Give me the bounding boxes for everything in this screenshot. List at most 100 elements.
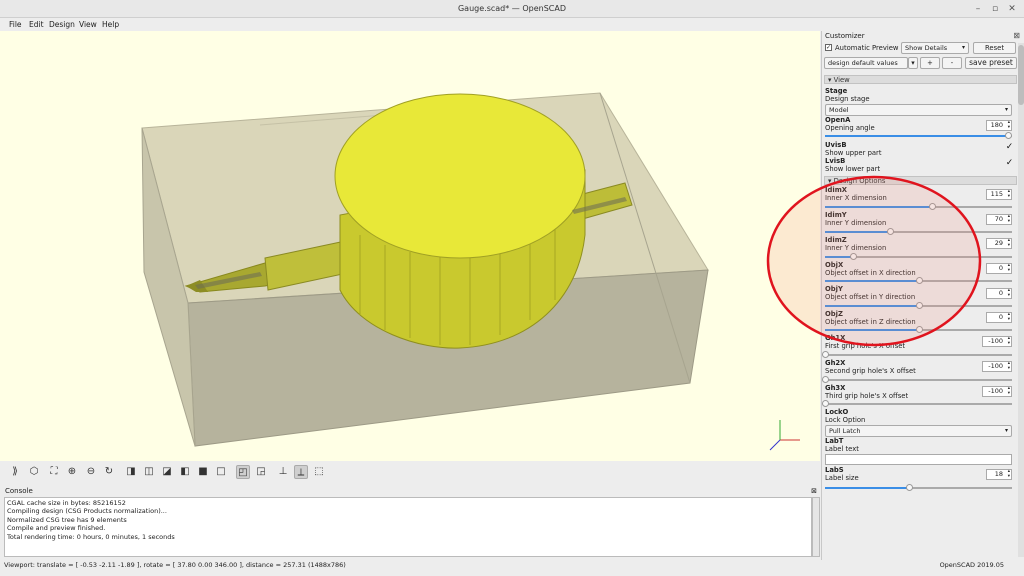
status-bar: Viewport: translate = [ -0.53 -2.11 -1.8… xyxy=(0,560,1024,571)
slider-handle[interactable] xyxy=(822,400,829,407)
close-icon[interactable]: ✕ xyxy=(1006,3,1018,15)
param-desc: Second grip hole's X offset xyxy=(825,367,916,375)
minimize-icon[interactable]: – xyxy=(972,3,984,15)
lvisb-checkbox[interactable]: ✓ xyxy=(1005,159,1014,168)
perspective-icon[interactable]: ◰ xyxy=(236,465,250,479)
add-preset-button[interactable]: + xyxy=(920,57,940,69)
lock-option-value: Pull Latch xyxy=(829,427,861,435)
remove-preset-button[interactable]: - xyxy=(942,57,962,69)
show-details-value: Show Details xyxy=(905,44,948,52)
console-line: Normalized CSG tree has 9 elements xyxy=(7,515,127,524)
slider-fill xyxy=(825,135,1009,137)
param-name: LvisB xyxy=(825,157,846,165)
maximize-icon[interactable]: ▫ xyxy=(989,3,1001,15)
chevron-down-icon: ▾ xyxy=(1004,427,1008,434)
objy-spinbox[interactable]: 0 ▴ ▾ xyxy=(986,288,1012,299)
objx-spinbox[interactable]: 0 ▴ ▾ xyxy=(986,263,1012,274)
param-desc: Opening angle xyxy=(825,124,875,132)
customizer-scrollbar-thumb[interactable] xyxy=(1018,45,1024,105)
stage-select[interactable]: Model ▾ xyxy=(825,104,1012,116)
show-axes-icon[interactable]: ⊥ xyxy=(276,465,290,479)
gh1x-spinbox[interactable]: -100 ▴ ▾ xyxy=(982,336,1012,347)
spin-arrows-icon: ▴ ▾ xyxy=(1007,263,1010,273)
spin-arrows-icon: ▴ ▾ xyxy=(1007,189,1010,199)
auto-preview-label: Automatic Preview xyxy=(835,44,899,52)
view-bottom-icon[interactable]: ◪ xyxy=(160,465,174,479)
idimy-spinbox[interactable]: 70 ▴ ▾ xyxy=(986,214,1012,225)
render-icon[interactable]: ⬡ xyxy=(27,465,41,479)
view-top-icon[interactable]: ◫ xyxy=(142,465,156,479)
gh2x-slider[interactable] xyxy=(822,376,1012,383)
preview-icon[interactable]: ⟫ xyxy=(8,465,22,479)
param-name: LockO xyxy=(825,408,849,416)
group-view-header[interactable]: ▾ View xyxy=(824,75,1017,84)
console-title: Console xyxy=(5,487,33,495)
reset-button[interactable]: Reset xyxy=(973,42,1016,54)
labs-slider[interactable] xyxy=(825,484,1012,491)
gh1x-slider[interactable] xyxy=(822,351,1012,358)
view-back-icon[interactable]: □ xyxy=(214,465,228,479)
preset-select[interactable]: design default values xyxy=(824,57,908,69)
objz-value: 0 xyxy=(998,313,1003,321)
opena-slider[interactable] xyxy=(825,132,1013,139)
slider-handle[interactable] xyxy=(906,484,914,491)
param-name: LabT xyxy=(825,437,844,445)
view-all-icon[interactable]: ⛶ xyxy=(47,465,61,479)
zoom-out-icon[interactable]: ⊖ xyxy=(84,465,98,479)
title-bar: Gauge.scad* — OpenSCAD – ▫ ✕ xyxy=(0,0,1024,18)
console-output[interactable]: CGAL cache size in bytes: 85216152 Compi… xyxy=(4,497,812,557)
menu-edit[interactable]: Edit xyxy=(29,20,44,29)
slider-handle[interactable] xyxy=(822,376,829,383)
gh3x-slider[interactable] xyxy=(822,400,1012,407)
annotation-overlay xyxy=(766,175,982,347)
orthogonal-icon[interactable]: ◲ xyxy=(254,465,268,479)
reset-view-icon[interactable]: ↻ xyxy=(102,465,116,479)
show-edges-icon[interactable]: ⬚ xyxy=(312,465,326,479)
idimz-spinbox[interactable]: 29 ▴ ▾ xyxy=(986,238,1012,249)
view-front-icon[interactable]: ■ xyxy=(196,465,210,479)
menu-design[interactable]: Design xyxy=(49,20,75,29)
slider-handle[interactable] xyxy=(822,351,829,358)
show-details-select[interactable]: Show Details ▾ xyxy=(901,42,969,54)
chevron-down-icon: ▾ xyxy=(1004,106,1008,113)
customizer-close-icon[interactable]: ⊠ xyxy=(1013,31,1020,40)
lock-option-select[interactable]: Pull Latch ▾ xyxy=(825,425,1012,437)
3d-viewport[interactable] xyxy=(0,31,820,461)
slider-handle[interactable] xyxy=(1005,132,1013,139)
label-text-input[interactable] xyxy=(825,454,1012,465)
view-right-icon[interactable]: ◨ xyxy=(124,465,138,479)
gh2x-value: -100 xyxy=(988,362,1003,370)
objz-spinbox[interactable]: 0 ▴ ▾ xyxy=(986,312,1012,323)
menu-help[interactable]: Help xyxy=(102,20,119,29)
uvisb-checkbox[interactable]: ✓ xyxy=(1005,143,1014,152)
menu-file[interactable]: File xyxy=(9,20,22,29)
view-left-icon[interactable]: ◧ xyxy=(178,465,192,479)
console-close-icon[interactable]: ⊠ xyxy=(811,486,817,497)
version-label: OpenSCAD 2019.05 xyxy=(939,561,1004,569)
param-desc: Design stage xyxy=(825,95,870,103)
param-name: LabS xyxy=(825,466,844,474)
preset-dropdown-button[interactable]: ▾ xyxy=(908,57,918,69)
idimz-value: 29 xyxy=(994,239,1003,247)
console-header: Console ⊠ xyxy=(0,486,820,497)
zoom-in-icon[interactable]: ⊕ xyxy=(65,465,79,479)
model-render xyxy=(141,92,800,451)
menu-view[interactable]: View xyxy=(79,20,97,29)
param-desc: Label text xyxy=(825,445,859,453)
console-scrollbar[interactable] xyxy=(812,497,820,557)
labs-value: 18 xyxy=(994,470,1003,478)
gh2x-spinbox[interactable]: -100 ▴ ▾ xyxy=(982,361,1012,372)
group-view-label: View xyxy=(833,76,850,84)
gh3x-spinbox[interactable]: -100 ▴ ▾ xyxy=(982,386,1012,397)
spin-arrows-icon: ▴ ▾ xyxy=(1007,469,1010,479)
labs-spinbox[interactable]: 18 ▴ ▾ xyxy=(986,469,1012,480)
auto-preview-checkbox[interactable]: ✓ xyxy=(825,44,832,51)
customizer-scrollbar[interactable] xyxy=(1018,43,1024,557)
opena-spinbox[interactable]: 180 ▴ ▾ xyxy=(986,120,1012,131)
idimx-spinbox[interactable]: 115 ▴ ▾ xyxy=(986,189,1012,200)
openscad-window: Gauge.scad* — OpenSCAD – ▫ ✕ File Edit D… xyxy=(0,0,1024,576)
idimy-value: 70 xyxy=(994,215,1003,223)
objx-value: 0 xyxy=(998,264,1003,272)
save-preset-button[interactable]: save preset xyxy=(965,57,1017,69)
show-scale-icon[interactable]: ⟂ xyxy=(294,465,308,479)
